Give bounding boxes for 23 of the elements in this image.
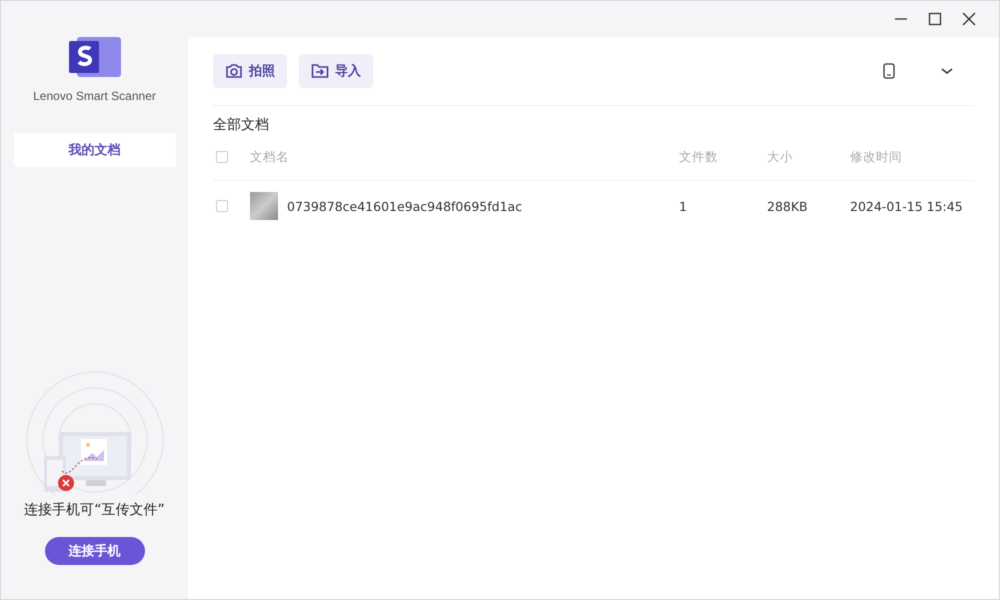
column-header: 文件数	[679, 148, 719, 166]
column-header: 修改时间	[850, 148, 903, 166]
camera-icon	[225, 63, 243, 79]
column-header: 文档名	[250, 148, 290, 166]
connect-phone-button[interactable]: 连接手机	[44, 537, 144, 565]
document-name[interactable]: 0739878ce41601e9ac948f0695fd1ac	[287, 198, 522, 214]
table-cell-text: 288KB	[767, 198, 809, 214]
maximize-icon[interactable]	[928, 12, 942, 26]
document-thumbnail	[250, 192, 278, 220]
import-button[interactable]: 导入	[299, 54, 373, 88]
select-all-checkbox[interactable]	[216, 151, 228, 163]
phone-icon[interactable]	[881, 61, 897, 81]
table-cell-text: 1	[679, 198, 688, 214]
row-checkbox[interactable]	[216, 200, 228, 212]
folder-arrow-icon	[311, 63, 329, 79]
column-header: 大小	[767, 148, 794, 166]
sidebar-item[interactable]: 我的文档	[14, 133, 176, 167]
connect-caption: 连接手机可“互传文件”	[24, 501, 165, 519]
table-cell-text: 2024-01-15 15:45	[850, 198, 964, 214]
close-icon[interactable]	[962, 12, 976, 26]
app-name: Lenovo Smart Scanner	[33, 89, 156, 103]
section-title: 全部文档	[213, 116, 270, 134]
camera-button[interactable]: 拍照	[213, 54, 287, 88]
